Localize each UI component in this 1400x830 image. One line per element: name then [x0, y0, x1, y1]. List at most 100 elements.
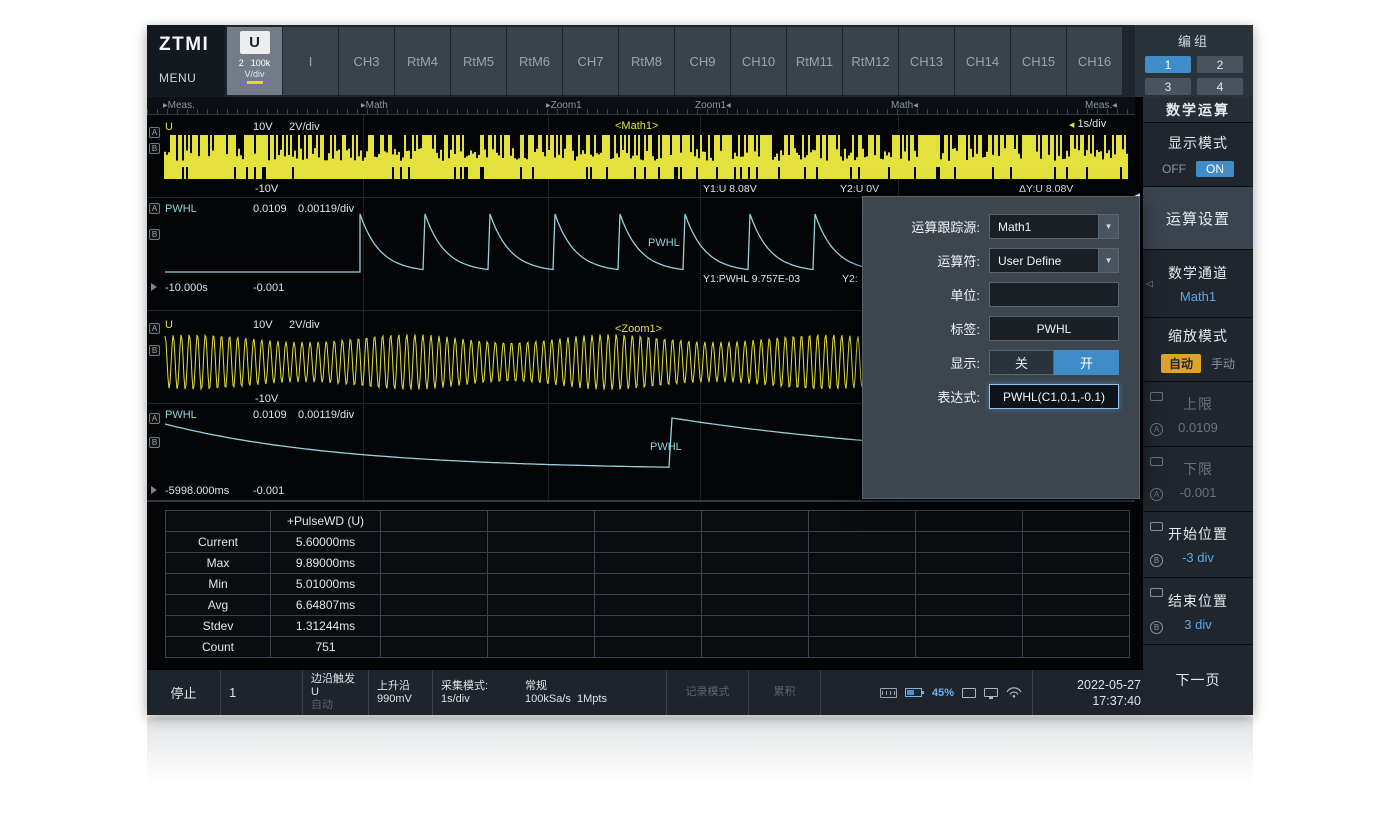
keyboard-icon — [880, 688, 897, 698]
dialog-row-source: 运算跟踪源: Math1 ▼ — [877, 214, 1125, 239]
show-on-button[interactable]: 开 — [1054, 350, 1119, 375]
unit-input[interactable] — [989, 282, 1119, 307]
display-mini-icon — [1150, 522, 1163, 531]
upper-limit-value: 0.0109 — [1178, 420, 1218, 435]
end-position-button[interactable]: B 结束位置 3 div — [1143, 578, 1253, 645]
chevron-down-icon[interactable]: ▼ — [1098, 249, 1118, 272]
group-button-2[interactable]: 2 — [1197, 56, 1243, 73]
display-mode-on[interactable]: ON — [1196, 161, 1234, 177]
scale-per-div-label: 2V/div — [289, 121, 320, 133]
tab-u-sub1: 2 — [239, 58, 244, 68]
source-label: 运算跟踪源: — [877, 217, 989, 236]
grouping-title: 编组 — [1145, 31, 1243, 50]
show-off-button[interactable]: 关 — [989, 350, 1054, 375]
cursor-marker-b[interactable]: B — [149, 229, 160, 240]
display-mode-off[interactable]: OFF — [1162, 162, 1186, 176]
cursor-marker-a[interactable]: A — [149, 323, 160, 334]
tab-ch14[interactable]: CH14 — [955, 27, 1010, 95]
tab-ch10[interactable]: CH10 — [731, 27, 786, 95]
channel-label-pwhl: PWHL — [165, 409, 197, 421]
acquire-mode[interactable]: 采集模式: 1s/div — [433, 670, 517, 715]
end-position-label: 结束位置 — [1168, 591, 1228, 611]
next-page-button[interactable]: 下一页 — [1143, 645, 1253, 715]
lower-limit-button[interactable]: A 下限 -0.001 — [1143, 447, 1253, 512]
scale-mode-section[interactable]: 缩放模式 自动 手动 — [1143, 318, 1253, 382]
menu-button[interactable]: MENU — [159, 71, 225, 85]
trace-tag-math1: <Math1> — [615, 120, 658, 132]
operator-dropdown[interactable]: User Define ▼ — [989, 248, 1119, 273]
tab-ch15[interactable]: CH15 — [1011, 27, 1066, 95]
cursor-marker-a[interactable]: A — [149, 127, 160, 138]
printer-icon — [962, 688, 976, 698]
tab-u-selected[interactable]: U 2 100k V/div — [227, 27, 282, 95]
cursor-marker-b[interactable]: B — [149, 345, 160, 356]
cursor-marker-b[interactable]: B — [149, 143, 160, 154]
grouping-buttons: 1 2 3 4 — [1145, 56, 1243, 95]
cursor-marker-a[interactable]: A — [149, 413, 160, 424]
row-value: 1.31244ms — [271, 616, 381, 637]
time: 17:37:40 — [1035, 693, 1141, 709]
ruler-label-meas-left: ▶Meas. — [163, 100, 195, 111]
circle-b-icon: B — [1150, 621, 1163, 634]
bottom-scale-label: -10V — [255, 393, 278, 405]
acquire-detail[interactable]: 常规 100kSa/s 1Mpts — [517, 670, 667, 715]
ruler-label-zoom1-left: ▶Zoom1 — [546, 100, 582, 111]
tab-ch16[interactable]: CH16 — [1067, 27, 1122, 95]
end-position-value: 3 div — [1184, 617, 1211, 632]
tab-rtm6[interactable]: RtM6 — [507, 27, 562, 95]
start-position-button[interactable]: B 开始位置 -3 div — [1143, 512, 1253, 578]
datetime: 2022-05-27 17:37:40 — [1033, 670, 1143, 715]
tab-ch7[interactable]: CH7 — [563, 27, 618, 95]
row-value: 5.01000ms — [271, 574, 381, 595]
lower-limit-value: -0.001 — [1180, 485, 1217, 500]
circle-b-icon: B — [1150, 554, 1163, 567]
battery-percent: 45% — [932, 687, 954, 699]
row-value: 9.89000ms — [271, 553, 381, 574]
header-empty-cell — [166, 511, 271, 532]
row-label: Count — [166, 637, 271, 658]
expression-input[interactable]: PWHL(C1,0.1,-0.1) — [989, 384, 1119, 409]
upper-limit-button[interactable]: A 上限 0.0109 — [1143, 382, 1253, 447]
tab-rtm11[interactable]: RtM11 — [787, 27, 842, 95]
display-mini-icon — [1150, 588, 1163, 597]
group-button-4[interactable]: 4 — [1197, 78, 1243, 95]
wifi-icon — [1006, 687, 1022, 698]
tab-i[interactable]: I — [283, 27, 338, 95]
tab-rtm5[interactable]: RtM5 — [451, 27, 506, 95]
tab-rtm4[interactable]: RtM4 — [395, 27, 450, 95]
tab-ch13[interactable]: CH13 — [899, 27, 954, 95]
calc-settings-button[interactable]: 运算设置 — [1143, 187, 1253, 250]
scale-mode-manual[interactable]: 手动 — [1211, 355, 1235, 372]
scale-per-div-label: 0.00119/div — [298, 203, 354, 215]
tab-u-label: U — [240, 31, 270, 54]
group-button-3[interactable]: 3 — [1145, 78, 1191, 95]
tab-rtm8[interactable]: RtM8 — [619, 27, 674, 95]
cursor-marker-b[interactable]: B — [149, 437, 160, 448]
trace-label-pwhl: PWHL — [648, 237, 680, 249]
row-value: 6.64807ms — [271, 595, 381, 616]
cursor-marker-a[interactable]: A — [149, 203, 160, 214]
trigger-edge-info[interactable]: 上升沿 990mV — [369, 670, 433, 715]
tab-rtm12[interactable]: RtM12 — [843, 27, 898, 95]
scale-label: 10V — [253, 121, 273, 133]
tab-ch9[interactable]: CH9 — [675, 27, 730, 95]
source-dropdown[interactable]: Math1 ▼ — [989, 214, 1119, 239]
chevron-down-icon[interactable]: ▼ — [1098, 215, 1118, 238]
tab-u-sub2: 100k — [251, 58, 271, 68]
tab-ch3[interactable]: CH3 — [339, 27, 394, 95]
group-button-1[interactable]: 1 — [1145, 56, 1191, 73]
tab-u-unit: V/div — [244, 69, 264, 79]
dialog-row-tag: 标签: PWHL — [877, 316, 1125, 341]
display-mode-section[interactable]: 显示模式 OFF ON — [1143, 123, 1253, 187]
battery-icon — [905, 688, 922, 697]
meas-readout-y1-pwhl: Y1:PWHL 9.757E-03 — [703, 273, 800, 285]
scale-mode-auto[interactable]: 自动 — [1161, 354, 1201, 373]
acquire-timebase: 1s/div — [441, 693, 509, 706]
math-channel-button[interactable]: ◁ 数学通道 Math1 — [1143, 250, 1253, 318]
tag-input[interactable]: PWHL — [989, 316, 1119, 341]
trigger-info[interactable]: 边沿触发 U 自动 — [303, 670, 369, 715]
scale-label: 10V — [253, 319, 273, 331]
row-label: Max — [166, 553, 271, 574]
run-state[interactable]: 停止 — [147, 670, 221, 715]
trigger-mode: 自动 — [311, 699, 360, 712]
